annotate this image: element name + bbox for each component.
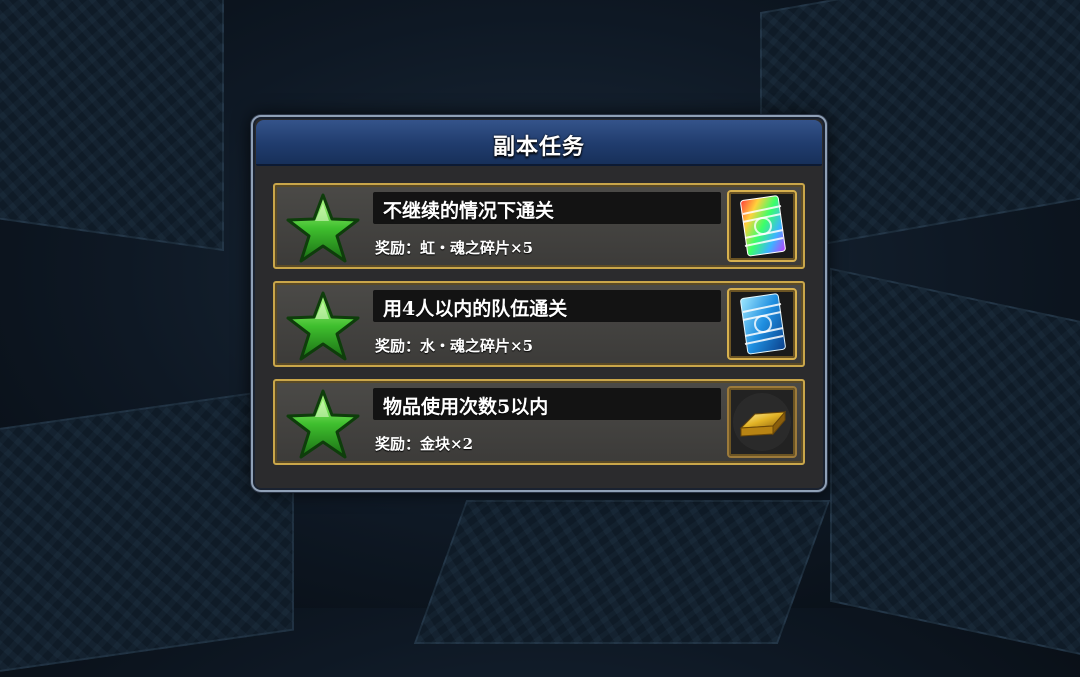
green-star-icon [286, 291, 360, 361]
background-maze-block [0, 0, 224, 252]
gold-bar-icon [733, 393, 791, 451]
mission-row: 物品使用次数5以内 奖励：金块×2 [273, 379, 805, 465]
panel-title: 副本任务 [492, 134, 585, 160]
background-maze-block [830, 267, 1080, 667]
panel-header: 副本任务 [256, 120, 822, 166]
rainbow-soul-fragment-icon [740, 195, 786, 257]
reward-item-slot[interactable] [727, 190, 797, 262]
green-star-icon [286, 389, 360, 459]
mission-condition: 用4人以内的队伍通关 [383, 298, 568, 320]
mission-condition: 物品使用次数5以内 [383, 396, 549, 418]
background-maze-block [0, 386, 294, 677]
mission-condition-bar: 用4人以内的队伍通关 [373, 290, 721, 322]
mission-reward: 奖励：金块×2 [375, 435, 474, 453]
dungeon-missions-panel: 副本任务 不继续的情况下通关 奖励：虹・魂之碎片×5 用4人以内的队伍通关 奖励… [251, 115, 827, 492]
mission-row: 用4人以内的队伍通关 奖励：水・魂之碎片×5 [273, 281, 805, 367]
reward-item-slot[interactable] [727, 288, 797, 360]
mission-condition-bar: 物品使用次数5以内 [373, 388, 721, 420]
background-maze-block [413, 500, 831, 644]
reward-item-slot[interactable] [727, 386, 797, 458]
mission-condition-bar: 不继续的情况下通关 [373, 192, 721, 224]
mission-reward: 奖励：虹・魂之碎片×5 [375, 239, 534, 257]
mission-condition: 不继续的情况下通关 [383, 200, 555, 222]
mission-reward: 奖励：水・魂之碎片×5 [375, 337, 534, 355]
mission-row: 不继续的情况下通关 奖励：虹・魂之碎片×5 [273, 183, 805, 269]
water-soul-fragment-icon [740, 293, 786, 355]
green-star-icon [286, 193, 360, 263]
